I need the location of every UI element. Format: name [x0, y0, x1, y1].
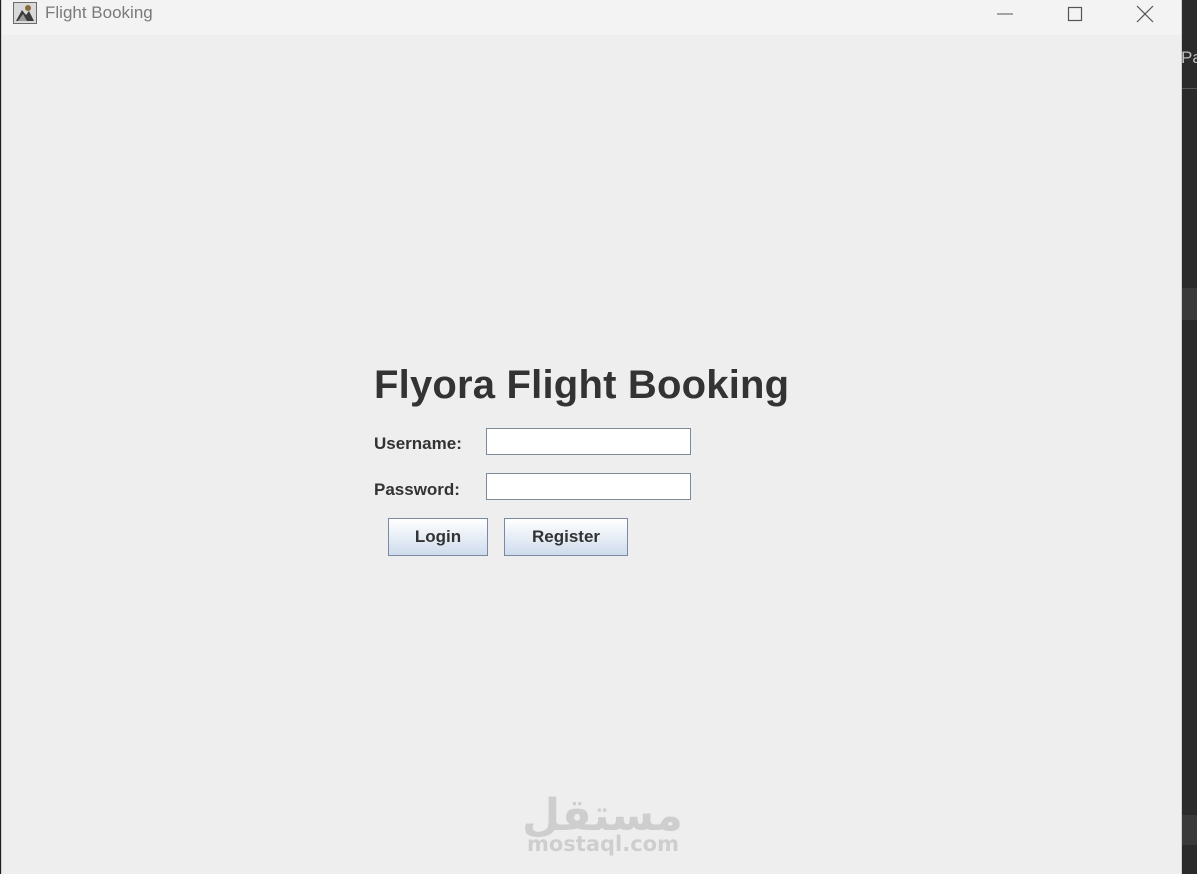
username-input[interactable] [486, 428, 691, 455]
maximize-icon [1067, 6, 1083, 22]
close-button[interactable] [1122, 0, 1168, 28]
minimize-icon [997, 13, 1013, 15]
java-app-icon [13, 2, 37, 24]
close-icon [1136, 5, 1154, 23]
password-input[interactable] [486, 473, 691, 500]
password-label: Password: [374, 480, 460, 499]
minimize-button[interactable] [982, 0, 1028, 28]
window-title: Flight Booking [45, 3, 153, 22]
register-button[interactable]: Register [504, 518, 628, 556]
background-band [1181, 288, 1197, 320]
maximize-button[interactable] [1052, 0, 1098, 28]
background-tab-text: Pa [1181, 48, 1197, 67]
login-button[interactable]: Login [388, 518, 488, 556]
username-label: Username: [374, 434, 462, 453]
page-title: Flyora Flight Booking [374, 363, 790, 407]
title-bar[interactable]: Flight Booking [2, 0, 1181, 35]
background-divider [1181, 88, 1197, 89]
screen: Pa Flight Booking [0, 0, 1197, 874]
background-ide-strip: Pa [1181, 0, 1197, 874]
login-panel: Flyora Flight Booking Username: Password… [2, 35, 1181, 874]
watermark-latin: mostaql.com [527, 832, 679, 856]
background-band-lower [1181, 815, 1197, 845]
app-window: Flight Booking Flyora Flight Booking Use… [2, 0, 1181, 874]
watermark: مستقل mostaql.com [500, 790, 700, 860]
